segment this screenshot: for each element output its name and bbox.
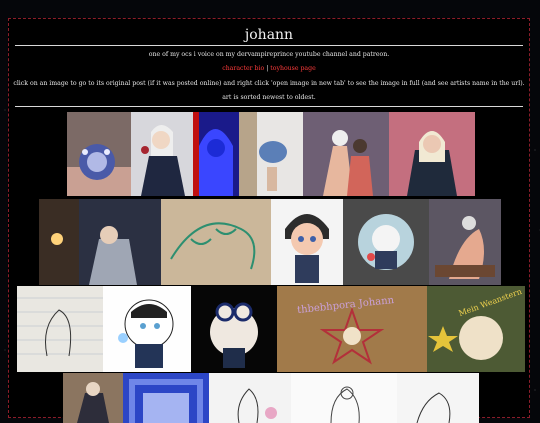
gallery-image[interactable]: [123, 373, 209, 423]
gallery-image[interactable]: [271, 199, 343, 285]
gallery-image[interactable]: [63, 373, 123, 423]
gallery-image[interactable]: thbebhpora Johann: [277, 286, 427, 372]
gallery-image[interactable]: [209, 373, 291, 423]
gallery-image[interactable]: [161, 199, 271, 285]
gallery-image[interactable]: [429, 199, 501, 285]
gallery-image[interactable]: [191, 286, 277, 372]
intro-text: one of my ocs i voice on my dervampirepr…: [148, 51, 390, 58]
page-title: johann: [244, 27, 294, 43]
gallery-image[interactable]: [67, 112, 131, 196]
gallery-image[interactable]: [193, 112, 239, 196]
gallery-image[interactable]: [343, 199, 429, 285]
gallery-image[interactable]: [303, 112, 389, 196]
sort-note: art is sorted newest to oldest.: [222, 94, 316, 101]
gallery-image[interactable]: [389, 112, 475, 196]
gallery-image[interactable]: [397, 373, 479, 423]
link-row: character bio | toyhouse page: [9, 65, 529, 72]
character-bio-link[interactable]: character bio: [222, 65, 264, 72]
gallery-image[interactable]: [17, 286, 103, 372]
gallery-image[interactable]: [39, 199, 161, 285]
gallery-image[interactable]: [291, 373, 397, 423]
divider: [15, 106, 523, 107]
divider: [15, 45, 523, 46]
instructions-text: click on an image to go to its original …: [13, 80, 525, 87]
link-separator: |: [266, 65, 269, 72]
gallery-image[interactable]: [131, 112, 193, 196]
toyhouse-link[interactable]: toyhouse page: [270, 65, 315, 72]
gallery-image[interactable]: Mein Weanstern: [427, 286, 525, 372]
content-panel: johann one of my ocs i voice on my derva…: [8, 18, 530, 423]
gallery-image[interactable]: [103, 286, 191, 372]
gallery-image[interactable]: [239, 112, 303, 196]
